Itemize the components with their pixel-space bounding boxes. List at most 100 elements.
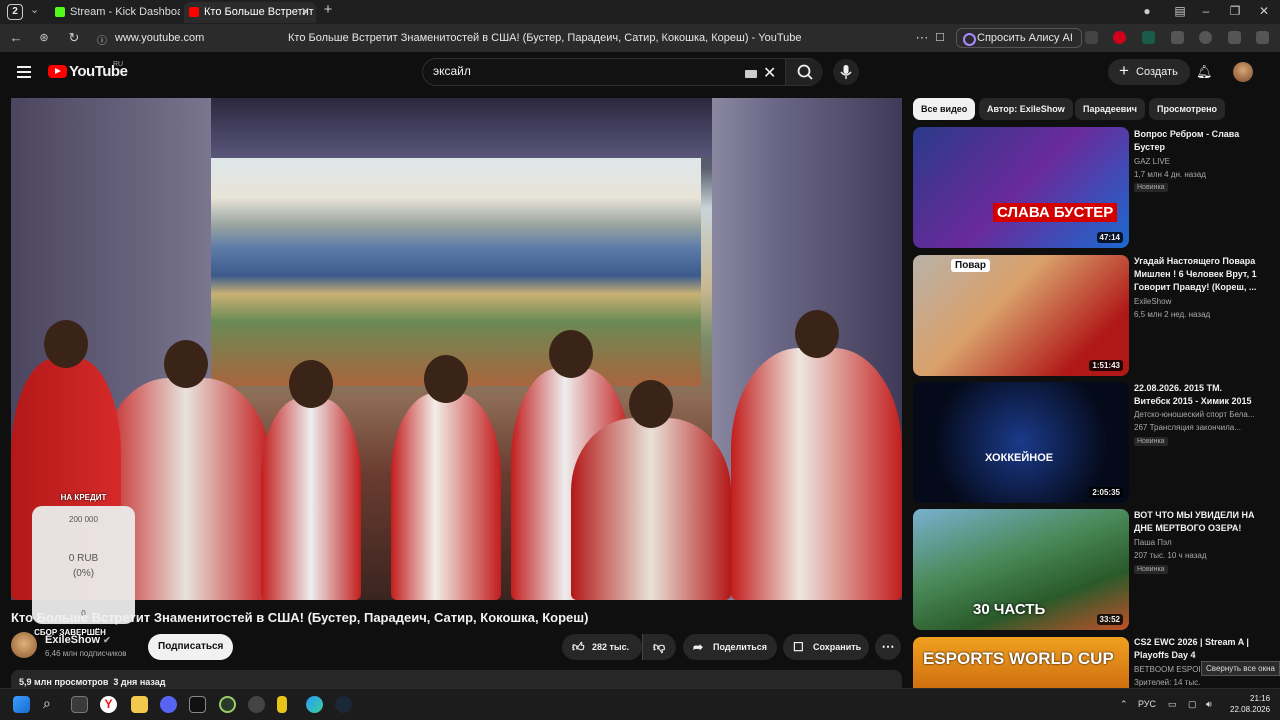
menu-icon[interactable] [17, 66, 31, 81]
recommendation-thumbnail[interactable]: Повар 1:51:43 [913, 255, 1129, 376]
verified-icon: ✔ [103, 635, 111, 645]
maximize-button[interactable]: ❐ [1225, 4, 1245, 18]
site-info-icon[interactable]: ⓘ [94, 32, 110, 47]
yandex-protect-icon[interactable]: ⊛ [36, 31, 52, 44]
video-duration: 47:14 [1096, 232, 1123, 243]
input-language[interactable]: РУС [1138, 699, 1156, 709]
volume-icon[interactable]: 🔊︎ [1206, 699, 1212, 710]
extension-red-icon[interactable] [1113, 31, 1126, 44]
recommendation-channel[interactable]: Детско-юношеский спорт Бела... [1134, 410, 1260, 419]
donation-amount: 0 RUB [68, 553, 99, 564]
close-tab-icon[interactable]: ✕ [301, 2, 310, 22]
terminal-icon[interactable] [189, 696, 206, 713]
recommendation-title[interactable]: Вопрос Ребром - Слава Бустер [1134, 128, 1260, 154]
upload-date: 3 дня назад [113, 677, 166, 687]
donation-percent: (0%) [72, 568, 95, 579]
thumbnail-text: ХОККЕЙНОЕ [985, 452, 1054, 464]
create-button[interactable]: Создать [1108, 58, 1190, 85]
save-button[interactable]: ☐ Сохранить [783, 634, 869, 660]
channel-avatar[interactable] [11, 632, 37, 658]
video-frame-person [731, 310, 902, 600]
tab-youtube-video[interactable]: Кто Больше Встретит ✕ [184, 2, 316, 23]
recommendation-thumbnail[interactable]: 30 ЧАСТЬ 33:52 [913, 509, 1129, 630]
download-icon[interactable] [1256, 31, 1269, 44]
tab-kick-dashboard[interactable]: Stream - Kick Dashboard [50, 2, 180, 23]
recommendation-thumbnail[interactable]: СЛАВА БУСТЕР 47:14 [913, 127, 1129, 248]
youtube-logo-icon[interactable] [48, 65, 67, 78]
recommendation-title[interactable]: Угадай Настоящего Повара Мишлен ! 6 Чело… [1134, 255, 1260, 294]
media-icon[interactable] [1199, 31, 1212, 44]
close-window-button[interactable]: ✕ [1254, 4, 1274, 18]
microphone-icon [840, 65, 852, 79]
monitor-icon[interactable]: ▢ [1188, 699, 1197, 710]
back-icon[interactable]: ← [8, 30, 24, 45]
video-frame-person [391, 355, 501, 600]
recommendation-thumbnail[interactable]: ХОККЕЙНОЕ 2:05:35 [913, 382, 1129, 503]
obs-icon[interactable] [248, 696, 265, 713]
reload-icon[interactable]: ↻ [66, 30, 82, 46]
recommendation-title[interactable]: CS2 EWC 2026 | Stream A | Playoffs Day 4 [1134, 636, 1260, 662]
ask-alice-button[interactable]: Спросить Алису AI [956, 28, 1082, 48]
chevron-up-icon[interactable]: ⌃ [1120, 699, 1128, 710]
recommendation-meta: Зрителей: 14 тыс. [1134, 678, 1201, 687]
youtube-header: YouTube RU ✕ Создать 🔔︎ [0, 52, 1280, 92]
search-button[interactable] [785, 59, 823, 85]
like-button[interactable]: 👍︎ 282 тыс. [562, 634, 642, 660]
more-actions-icon[interactable]: ⋯ [875, 634, 901, 660]
clear-search-icon[interactable]: ✕ [763, 63, 776, 83]
bookmark-icon[interactable]: ☐ [932, 31, 948, 44]
steam-icon[interactable] [335, 696, 352, 713]
more-icon[interactable]: ⋯ [914, 30, 930, 46]
share-button[interactable]: ➦ Поделиться [683, 634, 777, 660]
yandex-browser-icon[interactable]: Y [100, 696, 117, 713]
notifications-bell-icon[interactable]: ▤ [1170, 4, 1190, 18]
chip-paradeevich[interactable]: Парадеевич [1075, 98, 1145, 120]
video-player[interactable] [11, 98, 902, 600]
recommendation-channel[interactable]: Паша Пэл [1134, 538, 1260, 547]
edge-icon[interactable] [306, 696, 323, 713]
recommendation-channel[interactable]: BETBOOM ESPOR... [1134, 665, 1200, 674]
chip-all-videos[interactable]: Все видео [913, 98, 976, 120]
recommendation-channel[interactable]: GAZ LIVE [1134, 157, 1260, 166]
task-view-icon[interactable] [71, 696, 88, 713]
share-icon: ➦ [693, 640, 704, 654]
recommendation-channel[interactable]: ExileShow [1134, 297, 1260, 306]
search-icon[interactable]: ⌕ [43, 695, 60, 712]
subscribe-button[interactable]: Подписаться [148, 634, 234, 660]
avatar[interactable] [1233, 62, 1253, 82]
profile-icon[interactable]: ● [1137, 4, 1157, 18]
kick-icon [55, 7, 65, 17]
description-box[interactable]: 5,9 млн просмотров 3 дня назад [11, 670, 902, 688]
subscriber-count: 6,46 млн подписчиков [45, 649, 127, 658]
dislike-button[interactable]: 👎︎ [642, 634, 676, 660]
minimize-button[interactable]: – [1196, 4, 1216, 18]
discord-icon[interactable] [160, 696, 177, 713]
collections-icon[interactable] [1228, 31, 1241, 44]
windows-start-icon[interactable] [13, 696, 30, 713]
app-icon[interactable] [219, 696, 236, 713]
recommendation-thumbnail[interactable]: ESPORTS WORLD CUP [913, 637, 1129, 688]
video-frame-person [571, 380, 731, 600]
chip-watched[interactable]: Просмотрено [1149, 98, 1226, 120]
search-icon [797, 64, 813, 80]
app-yellow-icon[interactable] [277, 696, 287, 713]
keyboard-icon[interactable] [745, 70, 757, 78]
extension-icon[interactable] [1085, 31, 1098, 44]
search-input[interactable] [433, 64, 733, 78]
chevron-down-icon[interactable]: ⌄ [30, 3, 39, 16]
network-icon[interactable]: ▭ [1168, 699, 1177, 710]
chip-author[interactable]: Автор: ExileShow [979, 98, 1073, 120]
tab-count-badge[interactable]: 2 [7, 4, 23, 20]
tab-label: Stream - Kick Dashboard [70, 6, 180, 18]
clock[interactable]: 21:16 22.08.2026 [1230, 693, 1270, 715]
extension-green-icon[interactable] [1142, 31, 1155, 44]
channel-name[interactable]: ExileShow ✔ [45, 634, 111, 646]
new-tab-button[interactable]: + [318, 1, 338, 18]
voice-search-button[interactable] [833, 59, 859, 85]
recommendation-title[interactable]: 22.08.2026. 2015 ТМ. Витебск 2015 - Хими… [1134, 382, 1260, 408]
bell-icon[interactable]: 🔔︎ [1196, 64, 1213, 80]
file-explorer-icon[interactable] [131, 696, 148, 713]
url-text[interactable]: www.youtube.com [115, 32, 204, 44]
recommendation-title[interactable]: ВОТ ЧТО МЫ УВИДЕЛИ НА ДНЕ МЕРТВОГО ОЗЕРА… [1134, 509, 1260, 535]
puzzle-icon[interactable] [1171, 31, 1184, 44]
